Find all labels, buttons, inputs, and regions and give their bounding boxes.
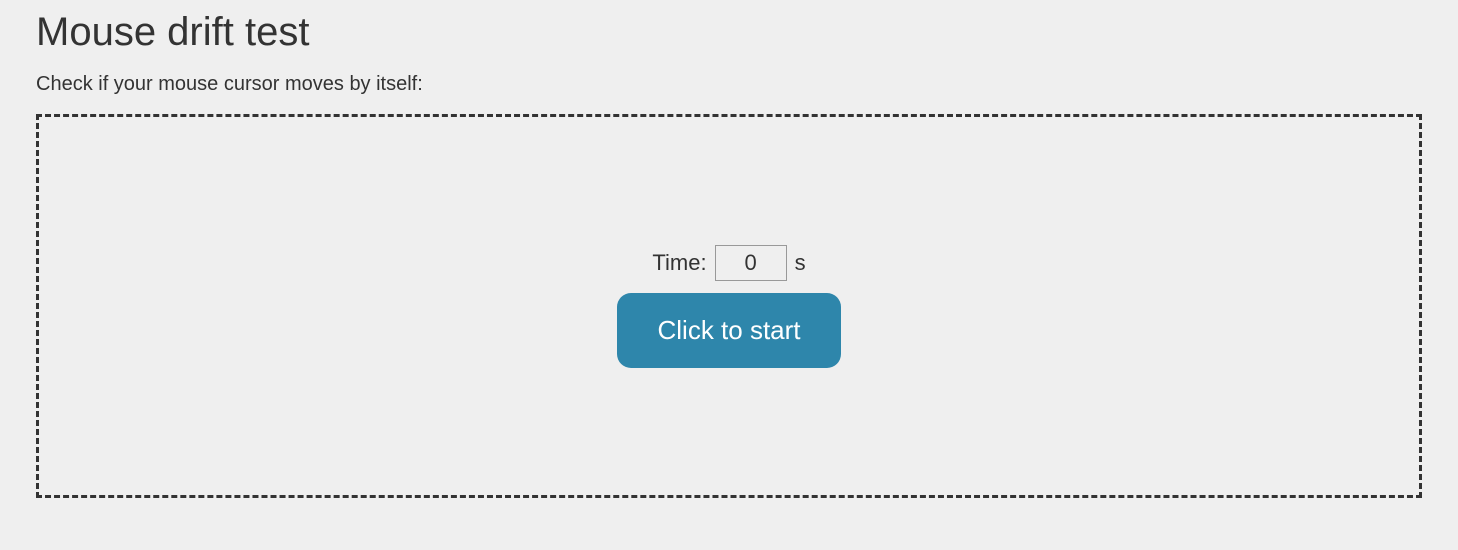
time-input[interactable] <box>715 245 787 281</box>
page-title: Mouse drift test <box>36 0 1422 55</box>
page-subtitle: Check if your mouse cursor moves by itse… <box>36 73 1422 96</box>
drift-test-area[interactable]: Time: s Click to start <box>36 114 1422 498</box>
time-unit: s <box>795 250 806 276</box>
start-button[interactable]: Click to start <box>617 293 840 368</box>
time-label: Time: <box>652 250 706 276</box>
time-row: Time: s <box>652 245 805 281</box>
